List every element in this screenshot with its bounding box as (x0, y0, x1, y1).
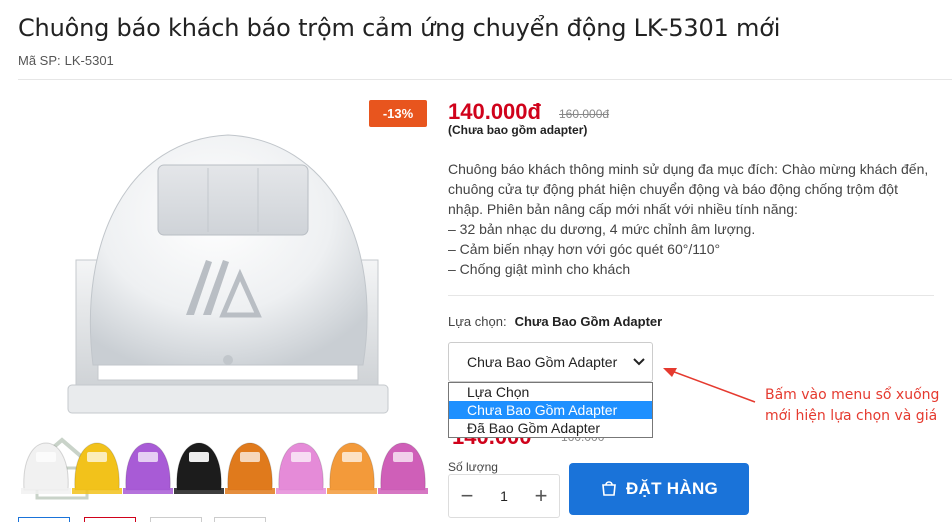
description-line: – Chống giật mình cho khách (448, 261, 631, 277)
product-description: Chuông báo khách thông minh sử dụng đa m… (448, 159, 929, 279)
option-value: Chưa Bao Gồm Adapter (514, 314, 663, 329)
header-divider (18, 79, 952, 80)
sku-label: Mã SP: (18, 53, 61, 68)
product-title: Chuông báo khách báo trộm cảm ứng chuyển… (18, 14, 781, 42)
color-thumbnail[interactable] (225, 442, 275, 494)
thumbnail-strip (18, 517, 438, 522)
shopping-bag-icon (602, 481, 616, 496)
quantity-input[interactable]: 1 (485, 475, 523, 517)
annotation-line: Bấm vào menu sổ xuống (765, 387, 940, 403)
quantity-minus-button[interactable]: − (449, 475, 485, 517)
quantity-stepper: − 1 + (448, 474, 560, 518)
description-line: – Cảm biến nhạy hơn với góc quét 60°/110… (448, 241, 721, 257)
discount-badge: -13% (369, 100, 427, 127)
section-divider (448, 295, 934, 296)
color-thumbnail[interactable] (378, 442, 428, 494)
thumbnail-tab[interactable] (214, 517, 266, 522)
color-thumbnail[interactable] (123, 442, 173, 494)
color-thumbnail[interactable] (276, 442, 326, 494)
color-thumbnail[interactable] (174, 442, 224, 494)
description-line: Chuông báo khách thông minh sử dụng đa m… (448, 161, 929, 177)
price-note: (Chưa bao gồm adapter) (448, 123, 588, 137)
price: 140.000đ (448, 99, 541, 124)
annotation-note: Bấm vào menu sổ xuống mới hiện lựa chọn … (765, 385, 939, 427)
option-row: Lựa chọn: Chưa Bao Gồm Adapter (448, 314, 662, 329)
color-thumbnails (21, 442, 428, 494)
annotation-arrow-icon (663, 368, 756, 403)
quantity-plus-button[interactable]: + (523, 475, 559, 517)
option-label: Lựa chọn: (448, 314, 507, 329)
product-image (67, 134, 389, 414)
thumbnail-tab[interactable] (150, 517, 202, 522)
color-thumbnail[interactable] (72, 442, 122, 494)
price-old: 160.000đ (559, 107, 610, 121)
sku: Mã SP: LK-5301 (18, 53, 114, 68)
color-thumbnail[interactable] (21, 442, 71, 494)
dropdown-item[interactable]: Lựa Chọn (449, 383, 652, 401)
select-value: Chưa Bao Gồm Adapter (467, 354, 618, 370)
quantity-label: Số lượng (448, 460, 498, 474)
thumbnail-tab[interactable] (18, 517, 70, 522)
dropdown-item[interactable]: Đã Bao Gồm Adapter (449, 419, 652, 437)
sku-value: LK-5301 (64, 53, 114, 68)
thumbnail-tab[interactable] (84, 517, 136, 522)
annotation-line: mới hiện lựa chọn và giá (765, 408, 938, 424)
description-line: nhập. Phiên bản nâng cấp mới nhất với nh… (448, 201, 798, 217)
description-line: chuông cửa tự động phát hiện chuyển động… (448, 181, 898, 197)
description-line: – 32 bản nhạc du dương, 4 mức chỉnh âm l… (448, 221, 756, 237)
option-select[interactable]: Chưa Bao Gồm Adapter (448, 342, 653, 382)
order-button[interactable]: ĐẶT HÀNG (569, 463, 749, 515)
color-thumbnail[interactable] (327, 442, 377, 494)
order-button-label: ĐẶT HÀNG (625, 479, 719, 498)
option-dropdown: Lựa Chọn Chưa Bao Gồm Adapter Đã Bao Gồm… (448, 382, 653, 438)
chevron-down-icon (633, 358, 645, 366)
dropdown-item-selected[interactable]: Chưa Bao Gồm Adapter (449, 401, 652, 419)
